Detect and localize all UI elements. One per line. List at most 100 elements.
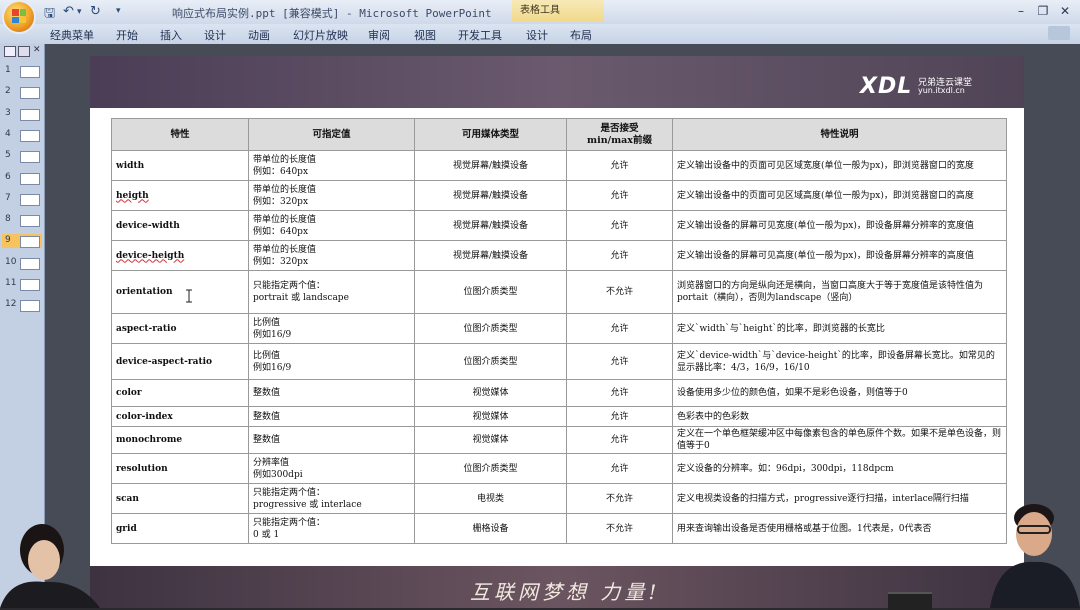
feature-description[interactable]: 定义在一个单色框架缓冲区中每像素包含的单色原件个数。如果不是单色设备，则值等于0: [672, 426, 1007, 454]
office-button[interactable]: [4, 2, 34, 32]
tab-home[interactable]: 开始: [116, 27, 138, 43]
media-type[interactable]: 视觉屏幕/触摸设备: [414, 150, 567, 181]
tab-insert[interactable]: 插入: [160, 27, 182, 43]
feature-name[interactable]: grid: [111, 513, 249, 544]
feature-values[interactable]: 带单位的长度值 例如：320px: [248, 240, 415, 271]
table-row[interactable]: resolution 分辨率值 例如300dpi 位图介质类型 允许 定义设备的分辨率。…: [111, 453, 1007, 484]
ribbon-minimize-handle[interactable]: [1048, 26, 1070, 40]
slide-thumbnail[interactable]: 12: [2, 298, 42, 313]
feature-description[interactable]: 定义输出设备的屏幕可见宽度(单位一般为px)，即设备屏幕分辨率的宽度值: [672, 210, 1007, 241]
table-row[interactable]: color 整数值 视觉媒体 允许 设备使用多少位的颜色值，如果不是彩色设备，则值等于0: [111, 379, 1007, 407]
feature-description[interactable]: 定义输出设备中的页面可见区域宽度(单位一般为px)，即浏览器窗口的宽度: [672, 150, 1007, 181]
table-row[interactable]: heigth 带单位的长度值 例如：320px 视觉屏幕/触摸设备 允许 定义输出设备中…: [111, 180, 1007, 211]
slide-thumbnail[interactable]: 9: [2, 234, 42, 249]
tab-review[interactable]: 审阅: [368, 27, 390, 43]
slide-thumbnail[interactable]: 7: [2, 192, 42, 206]
media-type[interactable]: 视觉屏幕/触摸设备: [414, 180, 567, 211]
slide-thumbnail[interactable]: 3: [2, 107, 42, 121]
minmax-allowed[interactable]: 不允许: [566, 483, 673, 514]
feature-description[interactable]: 色彩表中的色彩数: [672, 406, 1007, 427]
slide-thumbnail[interactable]: 11: [2, 277, 42, 291]
feature-name[interactable]: scan: [111, 483, 249, 514]
tab-design[interactable]: 设计: [204, 27, 226, 43]
table-row[interactable]: grid 只能指定两个值： 0 或 1 栅格设备 不允许 用来查询输出设备是否使用栅格或…: [111, 513, 1007, 544]
feature-name[interactable]: device-aspect-ratio: [111, 343, 249, 380]
feature-name[interactable]: monochrome: [111, 426, 249, 454]
table-row[interactable]: device-aspect-ratio 比例值 例如16/9 位图介质类型 允许 定义`…: [111, 343, 1007, 380]
feature-name[interactable]: color-index: [111, 406, 249, 427]
close-icon[interactable]: ✕: [1056, 3, 1074, 19]
feature-description[interactable]: 浏览器窗口的方向是纵向还是横向，当窗口高度大于等于宽度值是该特性值为portai…: [672, 270, 1007, 314]
slide-thumbnail[interactable]: 10: [2, 256, 42, 270]
table-row[interactable]: orientation 只能指定两个值： portrait 或 landscape…: [111, 270, 1007, 314]
slide-thumbnail[interactable]: 1: [2, 64, 42, 78]
media-type[interactable]: 位图介质类型: [414, 313, 567, 344]
minimize-icon[interactable]: –: [1012, 3, 1030, 19]
feature-values[interactable]: 只能指定两个值： progressive 或 interlace: [248, 483, 415, 514]
media-type[interactable]: 视觉媒体: [414, 426, 567, 454]
feature-description[interactable]: 用来查询输出设备是否使用栅格或基于位图。1代表是，0代表否: [672, 513, 1007, 544]
media-type[interactable]: 位图介质类型: [414, 343, 567, 380]
tab-table-layout[interactable]: 布局: [570, 27, 592, 43]
feature-values[interactable]: 只能指定两个值： 0 或 1: [248, 513, 415, 544]
tab-classic-menu[interactable]: 经典菜单: [50, 27, 94, 43]
table-row[interactable]: monochrome 整数值 视觉媒体 允许 定义在一个单色框架缓冲区中每像素包含的单色…: [111, 426, 1007, 454]
minmax-allowed[interactable]: 允许: [566, 426, 673, 454]
media-type[interactable]: 视觉屏幕/触摸设备: [414, 210, 567, 241]
minmax-allowed[interactable]: 允许: [566, 453, 673, 484]
feature-values[interactable]: 整数值: [248, 406, 415, 427]
undo-dropdown-icon[interactable]: ▾: [77, 7, 82, 17]
feature-name[interactable]: aspect-ratio: [111, 313, 249, 344]
tab-table-design[interactable]: 设计: [526, 27, 548, 43]
feature-description[interactable]: 定义输出设备中的页面可见区域高度(单位一般为px)，即浏览器窗口的高度: [672, 180, 1007, 211]
minmax-allowed[interactable]: 允许: [566, 313, 673, 344]
feature-description[interactable]: 设备使用多少位的颜色值，如果不是彩色设备，则值等于0: [672, 379, 1007, 407]
media-type[interactable]: 视觉媒体: [414, 406, 567, 427]
table-row[interactable]: width 带单位的长度值 例如：640px 视觉屏幕/触摸设备 允许 定义输出设备中的…: [111, 150, 1007, 181]
feature-name[interactable]: resolution: [111, 453, 249, 484]
feature-values[interactable]: 只能指定两个值： portrait 或 landscape: [248, 270, 415, 314]
feature-name[interactable]: width: [111, 150, 249, 181]
media-type[interactable]: 位图介质类型: [414, 453, 567, 484]
minmax-allowed[interactable]: 允许: [566, 343, 673, 380]
feature-name[interactable]: orientation: [111, 270, 249, 314]
feature-values[interactable]: 整数值: [248, 426, 415, 454]
restore-icon[interactable]: ❐: [1034, 3, 1052, 19]
feature-description[interactable]: 定义输出设备的屏幕可见高度(单位一般为px)，即设备屏幕分辨率的高度值: [672, 240, 1007, 271]
table-row[interactable]: device-heigth 带单位的长度值 例如：320px 视觉屏幕/触摸设备 允许…: [111, 240, 1007, 271]
feature-values[interactable]: 分辨率值 例如300dpi: [248, 453, 415, 484]
feature-description[interactable]: 定义电视类设备的扫描方式，progressive逐行扫描，interlace隔行…: [672, 483, 1007, 514]
minmax-allowed[interactable]: 允许: [566, 180, 673, 211]
feature-values[interactable]: 带单位的长度值 例如：320px: [248, 180, 415, 211]
tab-view[interactable]: 视图: [414, 27, 436, 43]
minmax-allowed[interactable]: 允许: [566, 379, 673, 407]
feature-name[interactable]: heigth: [111, 180, 249, 211]
slides-view-icon[interactable]: [4, 46, 16, 57]
media-features-table[interactable]: 特性 可指定值 可用媒体类型 是否接受 min/max前缀 特性说明 width 带单位的…: [111, 118, 1007, 544]
media-type[interactable]: 视觉媒体: [414, 379, 567, 407]
save-icon[interactable]: 🖫: [44, 4, 55, 26]
feature-description[interactable]: 定义设备的分辨率。如：96dpi，300dpi，118dpcm: [672, 453, 1007, 484]
slide-thumbnail[interactable]: 8: [2, 213, 42, 228]
media-type[interactable]: 电视类: [414, 483, 567, 514]
slide-thumbnail[interactable]: 2: [2, 85, 42, 100]
table-row[interactable]: device-width 带单位的长度值 例如：640px 视觉屏幕/触摸设备 允许定…: [111, 210, 1007, 241]
media-type[interactable]: 栅格设备: [414, 513, 567, 544]
minmax-allowed[interactable]: 不允许: [566, 270, 673, 314]
media-type[interactable]: 位图介质类型: [414, 270, 567, 314]
customize-toolbar-icon[interactable]: ▾: [116, 6, 121, 16]
minmax-allowed[interactable]: 允许: [566, 150, 673, 181]
table-row[interactable]: color-index 整数值 视觉媒体 允许 色彩表中的色彩数: [111, 406, 1007, 427]
minmax-allowed[interactable]: 允许: [566, 406, 673, 427]
feature-name[interactable]: device-heigth: [111, 240, 249, 271]
media-type[interactable]: 视觉屏幕/触摸设备: [414, 240, 567, 271]
feature-name[interactable]: device-width: [111, 210, 249, 241]
minmax-allowed[interactable]: 允许: [566, 240, 673, 271]
slide-thumbnail[interactable]: 5: [2, 149, 42, 164]
feature-values[interactable]: 比例值 例如16/9: [248, 343, 415, 380]
feature-values[interactable]: 带单位的长度值 例如：640px: [248, 150, 415, 181]
feature-values[interactable]: 带单位的长度值 例如：640px: [248, 210, 415, 241]
slide-canvas[interactable]: XDL 兄弟连云课堂 yun.itxdl.cn 特性 可指定值 可用媒体类型 是否接受…: [90, 56, 1024, 608]
tab-animation[interactable]: 动画: [248, 27, 270, 43]
minmax-allowed[interactable]: 不允许: [566, 513, 673, 544]
